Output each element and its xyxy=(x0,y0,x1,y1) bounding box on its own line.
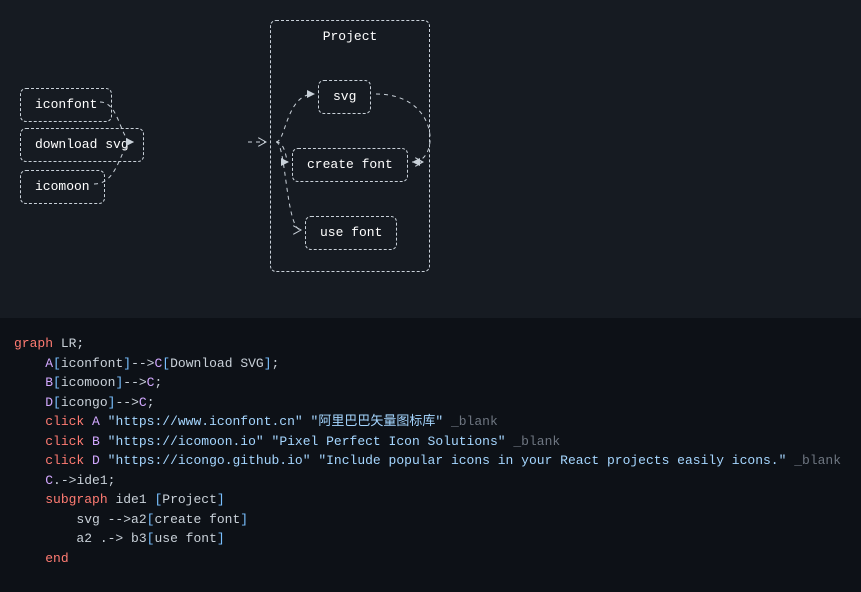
code-text: Project xyxy=(162,492,217,507)
semicolon: ; xyxy=(154,375,162,390)
code-text: Download SVG xyxy=(170,356,264,371)
diagram-panel: iconfont icomoon download svg Project sv… xyxy=(0,0,861,318)
code-text: create font xyxy=(154,512,240,527)
code-arrow: .-> xyxy=(53,473,76,488)
bracket-icon: ] xyxy=(264,356,272,371)
bracket-icon: [ xyxy=(53,395,61,410)
bracket-icon: [ xyxy=(162,356,170,371)
bracket-icon: ] xyxy=(217,531,225,546)
code-id: C xyxy=(45,473,53,488)
flowchart: iconfont icomoon download svg Project sv… xyxy=(20,20,841,278)
code-text: iconfont xyxy=(61,356,123,371)
code-id: B xyxy=(45,375,53,390)
code-text: LR; xyxy=(53,336,84,351)
code-id: a2 xyxy=(131,512,147,527)
code-arrow: .-> xyxy=(92,531,123,546)
code-id: b3 xyxy=(123,531,146,546)
code-id: C xyxy=(139,395,147,410)
bracket-icon: ] xyxy=(123,356,131,371)
bracket-icon: [ xyxy=(53,375,61,390)
code-id: svg xyxy=(76,512,99,527)
code-id: a2 xyxy=(76,531,92,546)
arrow-layer xyxy=(20,20,841,278)
code-panel: graph LR; A[iconfont]-->C[Download SVG];… xyxy=(0,318,861,592)
semicolon: ; xyxy=(147,395,155,410)
code-id: D xyxy=(45,395,53,410)
code-id: D xyxy=(92,453,100,468)
bracket-icon: ] xyxy=(217,492,225,507)
code-arrow: --> xyxy=(115,395,138,410)
code-string: "https://icongo.github.io" xyxy=(108,453,311,468)
semicolon: ; xyxy=(272,356,280,371)
code-id: B xyxy=(92,434,100,449)
code-target: _blank xyxy=(513,434,560,449)
code-keyword: graph xyxy=(14,336,53,351)
code-keyword: click xyxy=(45,434,84,449)
code-text: use font xyxy=(154,531,216,546)
code-string: "https://www.iconfont.cn" xyxy=(108,414,303,429)
code-keyword: click xyxy=(45,414,84,429)
code-string: "Pixel Perfect Icon Solutions" xyxy=(272,434,506,449)
code-arrow: --> xyxy=(131,356,154,371)
bracket-icon: [ xyxy=(147,492,163,507)
code-id: ide1 xyxy=(115,492,146,507)
semicolon: ; xyxy=(108,473,116,488)
code-arrow: --> xyxy=(100,512,131,527)
code-target: _blank xyxy=(451,414,498,429)
bracket-icon: ] xyxy=(240,512,248,527)
code-id: A xyxy=(92,414,100,429)
code-keyword: subgraph xyxy=(45,492,107,507)
code-text: icongo xyxy=(61,395,108,410)
code-id: ide1 xyxy=(76,473,107,488)
code-string: "Include popular icons in your React pro… xyxy=(318,453,786,468)
code-string: "阿里巴巴矢量图标库" xyxy=(311,414,444,429)
code-id: A xyxy=(45,356,53,371)
code-keyword: end xyxy=(45,551,68,566)
code-target: _blank xyxy=(794,453,841,468)
code-keyword: click xyxy=(45,453,84,468)
code-arrow: --> xyxy=(123,375,146,390)
code-text: icomoon xyxy=(61,375,116,390)
code-string: "https://icomoon.io" xyxy=(108,434,264,449)
bracket-icon: [ xyxy=(53,356,61,371)
